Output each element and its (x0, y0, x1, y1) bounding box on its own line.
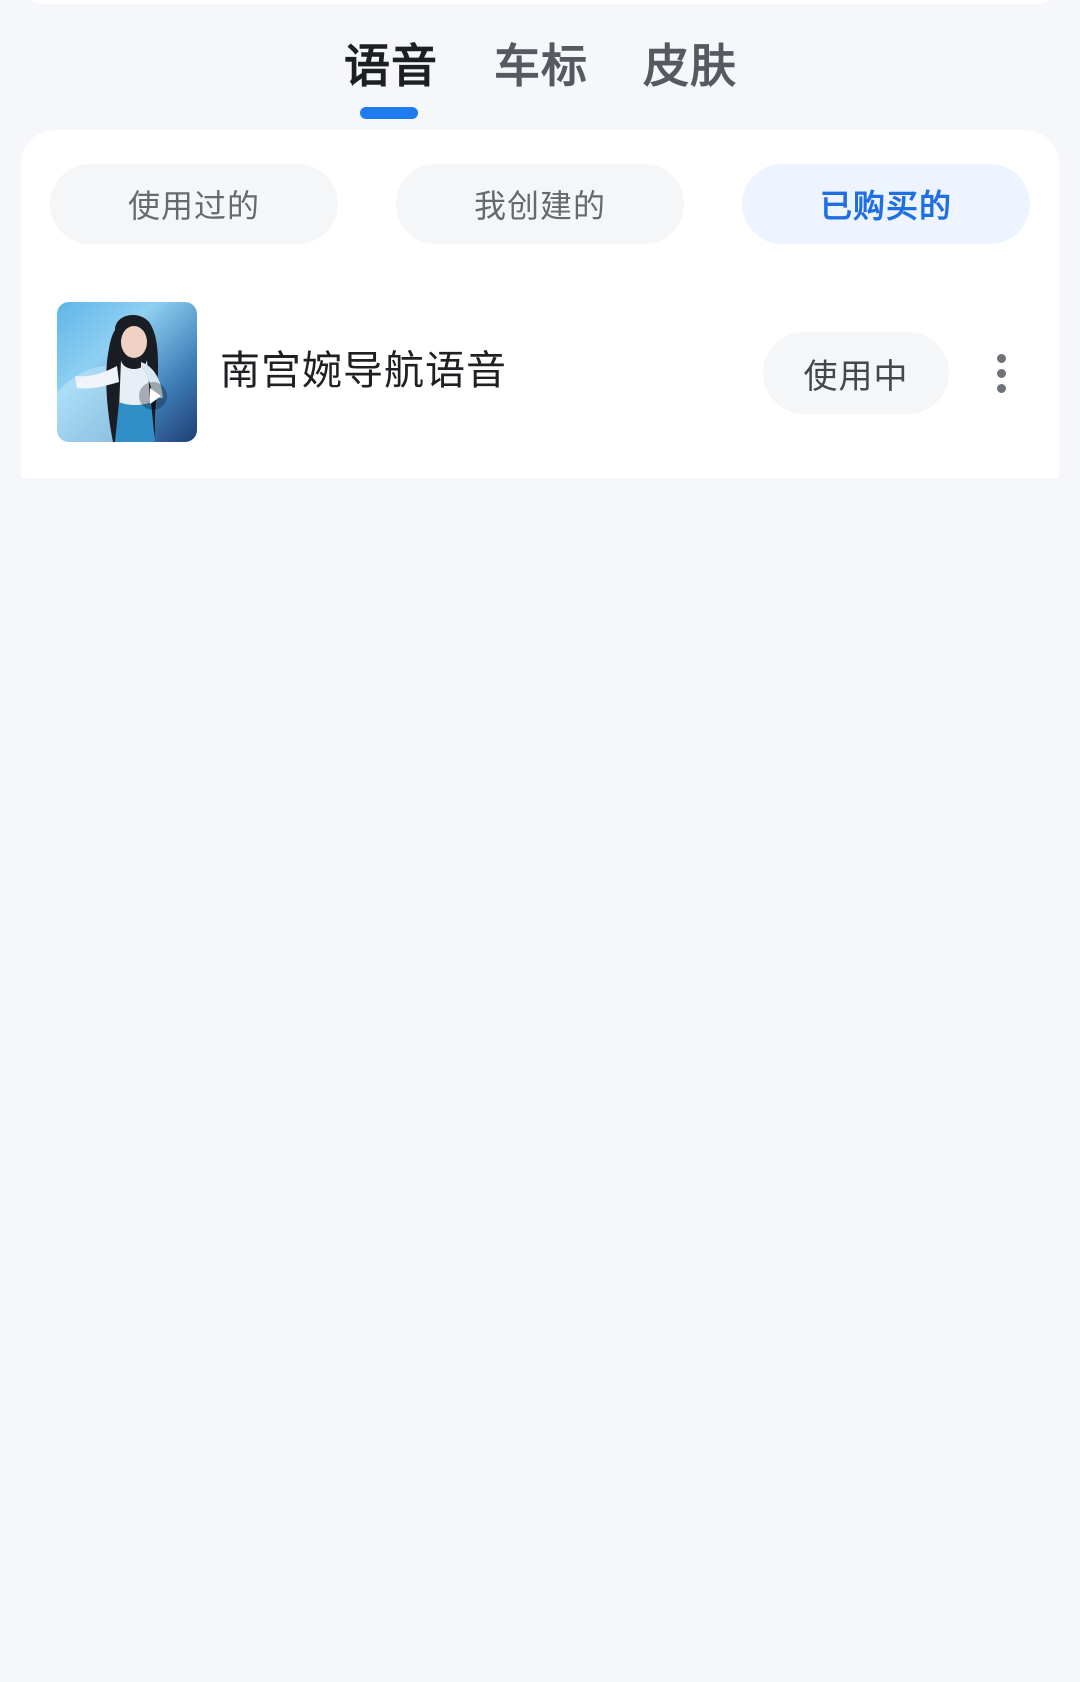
filter-used[interactable]: 使用过的 (50, 164, 338, 244)
voice-title: 南宫婉导航语音 (220, 348, 507, 394)
more-dot (996, 368, 1006, 378)
tab-car-logo[interactable]: 车标 (494, 38, 588, 94)
active-tab-indicator (360, 107, 418, 119)
voice-list-item[interactable]: 南宫婉导航语音 使用中 (21, 302, 1059, 444)
in-use-button[interactable]: 使用中 (763, 332, 949, 414)
more-vertical-icon[interactable] (976, 342, 1026, 404)
more-dot (996, 383, 1006, 393)
more-dot (996, 353, 1006, 363)
filter-created[interactable]: 我创建的 (396, 164, 684, 244)
main-tab-bar: 语音 车标 皮肤 (0, 30, 1080, 120)
tab-voice[interactable]: 语音 (344, 38, 438, 94)
tab-skin[interactable]: 皮肤 (643, 38, 737, 94)
voice-content-card: 使用过的 我创建的 已购买的 南宫婉导航语音 使用中 (21, 130, 1059, 478)
top-sheet-edge (30, 0, 1050, 4)
character-portrait-image (57, 315, 163, 442)
filter-purchased[interactable]: 已购买的 (742, 164, 1030, 244)
play-icon[interactable] (139, 382, 167, 410)
voice-thumbnail[interactable] (57, 302, 197, 442)
